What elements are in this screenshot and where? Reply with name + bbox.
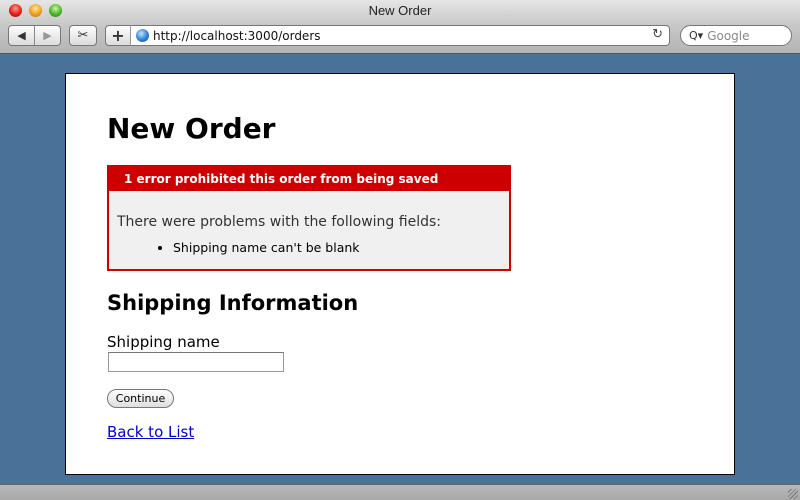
reload-icon[interactable]: ↻ <box>652 27 663 42</box>
browser-titlebar: New Order ◀ ▶ ✂ + http://localhost:3000/… <box>0 0 800 54</box>
back-button[interactable]: ◀ <box>9 26 35 45</box>
status-bar <box>0 484 800 500</box>
plus-icon: + <box>111 26 125 45</box>
forward-button[interactable]: ▶ <box>35 26 60 45</box>
navigation-buttons: ◀ ▶ <box>8 25 61 46</box>
snip-button[interactable]: ✂ <box>69 25 97 46</box>
shipping-name-label: Shipping name <box>107 333 220 351</box>
address-bar[interactable]: http://localhost:3000/orders ↻ <box>130 25 670 46</box>
back-to-list-link[interactable]: Back to List <box>107 423 194 441</box>
resize-grip-icon[interactable] <box>788 489 798 499</box>
scissors-icon: ✂ <box>77 28 89 43</box>
continue-button[interactable]: Continue <box>107 389 174 408</box>
section-heading: Shipping Information <box>107 291 359 315</box>
error-message: Shipping name can't be blank <box>173 240 360 255</box>
page-title: New Order <box>107 112 276 145</box>
search-placeholder: Google <box>707 28 750 43</box>
error-list: Shipping name can't be blank <box>173 240 360 255</box>
search-field[interactable]: Q▾ Google <box>680 25 792 46</box>
search-icon[interactable]: Q▾ <box>689 29 703 42</box>
add-bookmark-button[interactable]: + <box>105 25 131 46</box>
window-title: New Order <box>368 3 432 18</box>
error-explanation: 1 error prohibited this order from being… <box>107 165 511 271</box>
page-content: New Order 1 error prohibited this order … <box>65 73 735 475</box>
url-text[interactable]: http://localhost:3000/orders <box>153 29 321 43</box>
error-intro: There were problems with the following f… <box>117 214 441 230</box>
globe-icon <box>136 29 149 42</box>
shipping-name-input[interactable] <box>108 352 284 372</box>
error-title: 1 error prohibited this order from being… <box>109 167 509 191</box>
